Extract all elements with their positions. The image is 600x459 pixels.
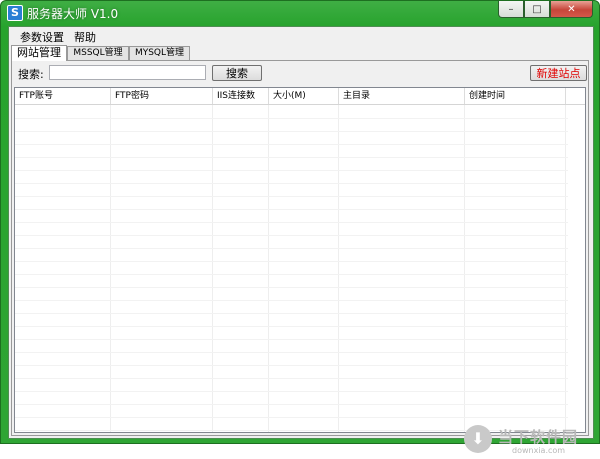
menu-item-help[interactable]: 帮助 xyxy=(71,29,99,45)
row-divider xyxy=(15,417,568,418)
column-divider xyxy=(110,105,111,432)
minimize-icon: – xyxy=(508,3,514,15)
row-divider xyxy=(15,170,568,171)
search-button[interactable]: 搜索 xyxy=(212,65,262,81)
watermark-logo-icon: ⬇ xyxy=(464,425,492,453)
window-title: 服务器大师 V1.0 xyxy=(27,7,119,21)
row-divider xyxy=(15,157,568,158)
tab-mssql-management[interactable]: MSSQL管理 xyxy=(67,46,129,60)
maximize-icon: □ xyxy=(532,3,542,15)
site-table[interactable]: FTP账号 FTP密码 IIS连接数 大小(M) 主目录 创建时间 xyxy=(14,87,586,433)
row-divider xyxy=(15,222,568,223)
row-divider xyxy=(15,144,568,145)
row-divider xyxy=(15,339,568,340)
column-header-created-time[interactable]: 创建时间 xyxy=(465,88,566,104)
table-body xyxy=(15,105,585,432)
row-divider xyxy=(15,365,568,366)
row-divider xyxy=(15,261,568,262)
tab-website-management[interactable]: 网站管理 xyxy=(11,45,67,61)
row-divider xyxy=(15,274,568,275)
column-header-ftp-password[interactable]: FTP密码 xyxy=(111,88,213,104)
close-button[interactable]: ✕ xyxy=(550,1,593,18)
app-window: S 服务器大师 V1.0 – □ ✕ 参数设置 帮助 网站管理 MSSQL管理 … xyxy=(0,0,600,455)
row-divider xyxy=(15,326,568,327)
column-header-home-directory[interactable]: 主目录 xyxy=(339,88,465,104)
row-divider xyxy=(15,391,568,392)
row-divider xyxy=(15,300,568,301)
row-divider xyxy=(15,378,568,379)
row-divider xyxy=(15,131,568,132)
column-header-filler xyxy=(566,88,585,104)
search-input[interactable] xyxy=(49,65,206,80)
row-divider xyxy=(15,235,568,236)
row-divider xyxy=(15,196,568,197)
row-divider xyxy=(15,118,568,119)
row-divider xyxy=(15,183,568,184)
column-divider xyxy=(268,105,269,432)
menu-item-settings[interactable]: 参数设置 xyxy=(17,29,67,45)
maximize-button[interactable]: □ xyxy=(524,1,550,18)
tab-mysql-management[interactable]: MYSQL管理 xyxy=(129,46,190,60)
client-area: 参数设置 帮助 网站管理 MSSQL管理 MYSQL管理 搜索: 搜索 新建站点… xyxy=(8,26,594,455)
row-divider xyxy=(15,313,568,314)
row-divider xyxy=(15,352,568,353)
minimize-button[interactable]: – xyxy=(498,1,524,18)
column-divider xyxy=(212,105,213,432)
row-divider xyxy=(15,404,568,405)
column-divider xyxy=(464,105,465,432)
row-divider xyxy=(15,248,568,249)
watermark-url: downxia.com xyxy=(512,446,566,455)
menu-bar: 参数设置 帮助 xyxy=(9,27,593,44)
row-divider xyxy=(15,287,568,288)
close-icon: ✕ xyxy=(567,3,576,15)
table-header: FTP账号 FTP密码 IIS连接数 大小(M) 主目录 创建时间 xyxy=(15,88,585,105)
title-bar[interactable]: S 服务器大师 V1.0 – □ ✕ xyxy=(1,1,599,25)
watermark: ⬇ 当下软件园 downxia.com xyxy=(464,425,594,459)
website-management-panel: 搜索: 搜索 新建站点 FTP账号 FTP密码 IIS连接数 大小(M) 主目录… xyxy=(11,60,589,436)
column-divider xyxy=(565,105,566,432)
column-divider xyxy=(338,105,339,432)
column-header-size[interactable]: 大小(M) xyxy=(269,88,339,104)
app-logo-icon: S xyxy=(7,5,23,21)
search-label: 搜索: xyxy=(18,68,44,81)
column-header-ftp-account[interactable]: FTP账号 xyxy=(15,88,111,104)
column-header-iis-connections[interactable]: IIS连接数 xyxy=(213,88,269,104)
row-divider xyxy=(15,209,568,210)
caption-buttons: – □ ✕ xyxy=(498,1,593,19)
new-site-button[interactable]: 新建站点 xyxy=(530,65,587,81)
